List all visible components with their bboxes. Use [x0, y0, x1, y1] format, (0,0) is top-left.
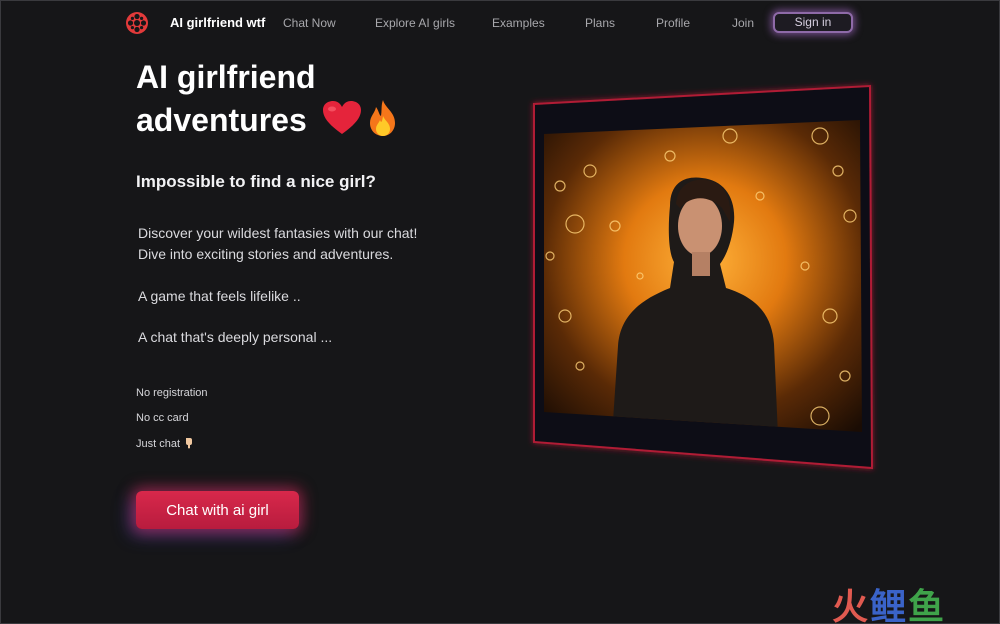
watermark-char-2: 鲤 — [870, 587, 909, 624]
nav-link-explore-ai-girls[interactable]: Explore AI girls — [375, 16, 455, 30]
feature-just-chat: Just chat — [136, 438, 181, 450]
nav-link-chat-now[interactable]: Chat Now — [283, 16, 336, 30]
hero-illustration — [544, 120, 862, 432]
sign-in-button[interactable]: Sign in — [773, 12, 853, 33]
hero-subheading: Impossible to find a nice girl? — [136, 172, 376, 191]
feature-no-cc-card: No cc card — [136, 412, 189, 424]
nav-link-join[interactable]: Join — [732, 16, 754, 30]
hero-paragraph-1: Discover your wildest fantasies with our… — [138, 225, 418, 241]
hero-title: AI girlfriend adventures — [136, 59, 316, 138]
nav-link-examples[interactable]: Examples — [492, 16, 545, 30]
feature-no-registration: No registration — [136, 387, 208, 399]
pointing-down-hand-emoji — [186, 438, 193, 449]
watermark-char-3: 鱼 — [908, 587, 947, 624]
top-nav: AI girlfriend wtf Chat Now Explore AI gi… — [0, 0, 1000, 44]
watermark: 火鲤鱼 — [832, 578, 946, 624]
film-reel-icon[interactable] — [125, 11, 149, 35]
nav-link-profile[interactable]: Profile — [656, 16, 690, 30]
brand-name[interactable]: AI girlfriend wtf — [170, 15, 265, 30]
heart-emoji — [323, 101, 361, 134]
chat-with-ai-girl-button[interactable]: Chat with ai girl — [136, 491, 299, 529]
fire-emoji — [370, 100, 395, 136]
feature-just-chat-row: Just chat — [136, 437, 195, 450]
nav-link-plans[interactable]: Plans — [585, 16, 615, 30]
hero-paragraph-2: Dive into exciting stories and adventure… — [138, 246, 394, 262]
hero-paragraph-4: A chat that's deeply personal ... — [138, 329, 333, 345]
hero-image-panel — [533, 84, 874, 470]
hero-paragraph-3: A game that feels lifelike .. — [138, 288, 301, 304]
watermark-char-1: 火 — [832, 587, 871, 624]
